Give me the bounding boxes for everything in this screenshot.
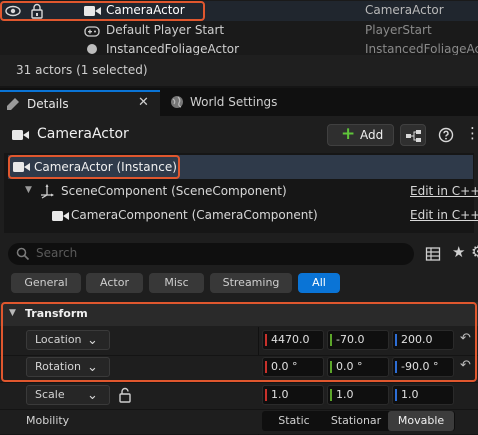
transform-highlight-box	[1, 302, 477, 382]
more-options-icon[interactable]: ⋮	[465, 124, 478, 142]
outliner-row-player-start[interactable]: Default Player Start PlayerStart	[0, 21, 478, 41]
filter-misc[interactable]: Misc	[149, 273, 204, 293]
scale-y-field[interactable]: 1.0	[327, 385, 389, 405]
scale-z-field[interactable]: 1.0	[392, 385, 454, 405]
blueprint-hierarchy-button[interactable]	[400, 124, 426, 146]
mobility-label: Mobility	[26, 414, 70, 427]
scale-x-field[interactable]: 1.0	[262, 385, 324, 405]
outliner-row-type: PlayerStart	[365, 23, 432, 37]
search-icon	[16, 247, 30, 261]
add-button-label: Add	[360, 128, 384, 142]
outliner-row-label: Default Player Start	[106, 23, 225, 37]
outliner-row-camera-actor[interactable]: CameraActor CameraActor	[0, 1, 478, 21]
component-row-camera[interactable]: CameraComponent (CameraComponent) Edit i…	[8, 204, 478, 228]
tab-close-icon[interactable]: ✕	[138, 95, 149, 110]
tab-world-settings[interactable]: World Settings	[162, 90, 312, 116]
scale-dropdown[interactable]: Scale ⌄	[26, 385, 110, 405]
outliner-row-foliage[interactable]: InstancedFoliageActor InstancedFoliageAc…	[0, 41, 478, 55]
globe-icon	[170, 95, 184, 109]
settings-gear-icon[interactable]: ⚙	[471, 242, 478, 261]
player-start-icon	[84, 24, 100, 38]
actor-name-title: CameraActor	[37, 126, 129, 142]
foliage-icon	[86, 43, 98, 55]
favorites-star-icon[interactable]: ★	[452, 243, 465, 261]
filter-actor[interactable]: Actor	[86, 273, 143, 293]
edit-in-cpp-link[interactable]: Edit in C++	[410, 184, 478, 198]
camera-icon	[84, 5, 102, 17]
component-row-scene[interactable]: ▼ SceneComponent (SceneComponent) Edit i…	[8, 180, 478, 204]
scale-z-value: 1.0	[401, 388, 419, 401]
scale-lock-icon[interactable]	[118, 387, 132, 403]
component-row-instance[interactable]: CameraActor (Instance)	[8, 155, 473, 179]
filter-streaming[interactable]: Streaming	[210, 273, 292, 293]
mobility-static-button[interactable]: Static	[262, 411, 326, 431]
component-camera-label: CameraComponent (CameraComponent)	[71, 208, 318, 222]
outliner-row-type: CameraActor	[365, 3, 444, 17]
search-input[interactable]: Search	[8, 243, 414, 265]
outliner-row-type: InstancedFoliageActor	[365, 42, 478, 55]
add-component-button[interactable]: + Add	[327, 124, 394, 146]
help-icon[interactable]	[438, 127, 454, 143]
hierarchy-icon	[406, 130, 421, 142]
camera-icon	[52, 210, 70, 222]
edit-in-cpp-link[interactable]: Edit in C++	[410, 208, 478, 222]
tab-details[interactable]: Details ✕	[0, 90, 160, 116]
mobility-movable-button[interactable]: Movable	[388, 411, 454, 431]
outliner-row-label: CameraActor	[106, 3, 185, 17]
table-view-icon[interactable]	[425, 246, 441, 262]
scene-component-icon	[39, 183, 57, 199]
camera-icon	[12, 129, 30, 141]
search-placeholder: Search	[36, 246, 78, 260]
component-instance-label: CameraActor (Instance)	[34, 160, 177, 174]
mobility-stationary-button[interactable]: Stationar	[327, 411, 385, 431]
expand-arrow-icon[interactable]: ▼	[25, 185, 32, 195]
tab-details-label: Details	[27, 97, 69, 111]
details-icon	[6, 97, 20, 111]
scale-label: Scale	[35, 388, 65, 401]
outliner-row-label: InstancedFoliageActor	[106, 42, 240, 55]
plus-icon: +	[341, 124, 356, 144]
chevron-down-icon: ⌄	[87, 388, 98, 403]
scale-y-value: 1.0	[336, 388, 354, 401]
camera-icon	[13, 161, 31, 173]
scale-x-value: 1.0	[271, 388, 289, 401]
tab-world-settings-label: World Settings	[190, 95, 278, 109]
component-scene-label: SceneComponent (SceneComponent)	[61, 184, 287, 198]
filter-general[interactable]: General	[11, 273, 81, 293]
outliner-actor-count: 31 actors (1 selected)	[16, 63, 148, 77]
filter-all[interactable]: All	[298, 273, 340, 293]
